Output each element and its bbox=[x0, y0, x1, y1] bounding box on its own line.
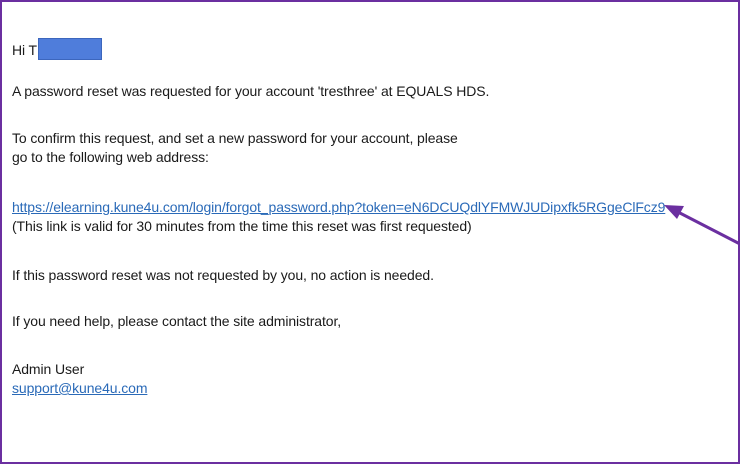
support-email-line: support@kune4u.com bbox=[12, 379, 147, 397]
greeting-text: Hi T bbox=[12, 42, 38, 58]
validity-note: (This link is valid for 30 minutes from … bbox=[12, 218, 472, 234]
greeting-line: Hi T bbox=[12, 38, 103, 60]
signature-name: Admin User bbox=[12, 361, 85, 377]
confirm-line-2: go to the following web address: bbox=[12, 149, 209, 165]
no-action-line: If this password reset was not requested… bbox=[12, 267, 434, 283]
reset-password-link[interactable]: https://elearning.kune4u.com/login/forgo… bbox=[12, 199, 665, 215]
request-line: A password reset was requested for your … bbox=[12, 83, 490, 99]
reset-link-line: https://elearning.kune4u.com/login/forgo… bbox=[12, 198, 665, 216]
redacted-name-block bbox=[38, 38, 103, 60]
help-line: If you need help, please contact the sit… bbox=[12, 313, 342, 329]
email-window: Hi T A password reset was requested for … bbox=[0, 0, 740, 464]
confirm-line-1: To confirm this request, and set a new p… bbox=[12, 130, 458, 146]
arrow-pointing-left-icon bbox=[664, 205, 740, 246]
support-email-link[interactable]: support@kune4u.com bbox=[12, 380, 147, 396]
